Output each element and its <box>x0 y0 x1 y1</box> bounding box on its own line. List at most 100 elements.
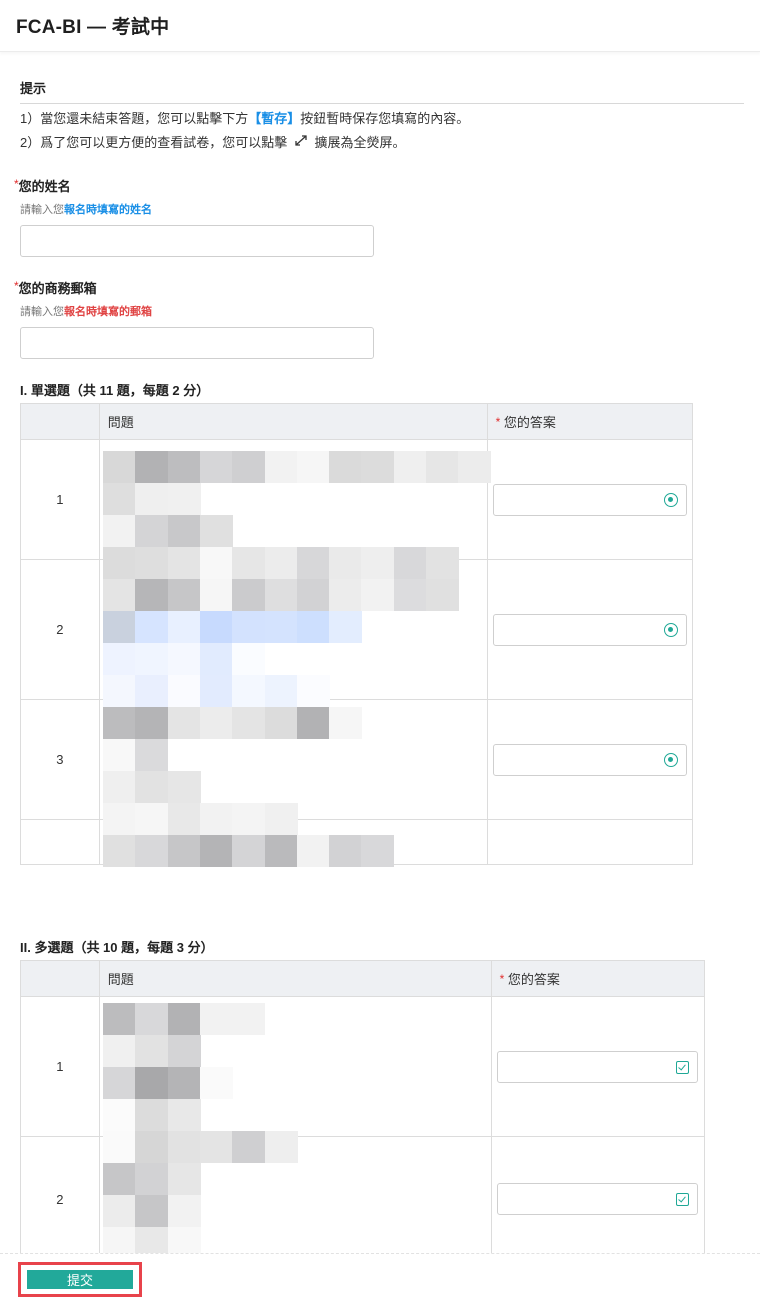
redaction-pixel <box>103 739 136 771</box>
name-input[interactable] <box>20 225 374 257</box>
email-help: 請輸入您報名時填寫的郵箱 <box>14 303 374 319</box>
answer-select[interactable] <box>492 743 687 776</box>
page-header: FCA-BI — 考試中 <box>0 0 760 52</box>
answer-cell <box>488 560 692 699</box>
answer-multiselect[interactable] <box>496 1050 698 1083</box>
answer-multiselect[interactable] <box>496 1183 698 1215</box>
redaction-pixel <box>103 547 136 579</box>
redaction-pixel <box>361 451 395 483</box>
redaction-pixel <box>426 579 459 611</box>
radio-icon <box>663 492 678 507</box>
redaction-pixel <box>135 1003 169 1035</box>
redaction-pixel <box>167 1003 201 1035</box>
redaction-pixel <box>167 675 201 707</box>
redaction-pixel <box>232 451 266 483</box>
answer-select[interactable] <box>492 613 687 646</box>
required-mark: * <box>495 414 501 429</box>
col-question: 問題 <box>100 404 488 439</box>
redaction-pixel <box>232 1003 266 1035</box>
hint-line-1: 1）當您還未結束答題，您可以點擊下方【暫存】按鈕暫時保存您填寫的內容。 <box>20 110 744 128</box>
submit-button[interactable]: 提交 <box>27 1270 133 1289</box>
question-number: 2 <box>21 1137 100 1260</box>
redaction-pixel <box>167 1099 201 1131</box>
redaction-pixel <box>167 579 201 611</box>
email-help-pre: 請輸入您 <box>20 306 64 318</box>
answer-cell <box>492 997 704 1136</box>
redaction-pixel <box>264 451 298 483</box>
redaction-pixel <box>103 643 136 675</box>
redaction-pixel <box>167 483 201 515</box>
redaction-pixel <box>329 579 363 611</box>
name-label: *您的姓名 <box>14 176 374 195</box>
redaction-pixel <box>103 1099 136 1131</box>
redaction-pixel <box>264 579 298 611</box>
col-number <box>21 961 100 996</box>
redaction-pixel <box>232 1131 266 1163</box>
redaction-pixel <box>167 1035 201 1067</box>
redaction-pixel <box>167 1163 201 1195</box>
col-answer: * 您的答案 <box>492 961 704 996</box>
redaction-pixel <box>199 803 233 835</box>
redaction-pixel <box>264 675 298 707</box>
table-header: 問題 * 您的答案 <box>21 404 692 440</box>
redaction-pixel <box>135 675 169 707</box>
redaction-pixel <box>135 707 169 739</box>
redaction-pixel <box>361 835 395 867</box>
email-input[interactable] <box>20 327 374 359</box>
redaction-pixel <box>103 707 136 739</box>
redaction-pixel <box>135 803 169 835</box>
email-label-text: 您的商務郵箱 <box>18 281 97 296</box>
redaction-pixel <box>103 451 136 483</box>
redaction-pixel <box>393 451 427 483</box>
redaction-pixel <box>232 547 266 579</box>
required-mark: * <box>499 971 505 986</box>
redaction-pixel <box>329 835 363 867</box>
redaction-pixel <box>199 1067 233 1099</box>
redaction-pixel <box>167 771 201 803</box>
question-number <box>21 820 100 864</box>
question-number: 1 <box>21 440 100 559</box>
redaction-pixel <box>329 547 363 579</box>
checkbox-icon <box>675 1060 689 1074</box>
redaction-pixel <box>167 835 201 867</box>
section-1-title: I. 單選題（共 11 題，每題 2 分） <box>20 383 210 398</box>
redaction-pixel <box>135 643 169 675</box>
redaction-pixel <box>232 579 266 611</box>
redaction-pixel <box>264 1131 298 1163</box>
redaction-pixel <box>103 483 136 515</box>
redaction-pixel <box>103 1067 136 1099</box>
redaction-pixel <box>264 611 298 643</box>
redaction-pixel <box>296 707 330 739</box>
redaction-pixel <box>199 707 233 739</box>
redaction-pixel <box>103 579 136 611</box>
redaction-pixel <box>135 1195 169 1227</box>
redaction-pixel <box>135 579 169 611</box>
name-help-emphasis: 報名時填寫的姓名 <box>64 204 152 216</box>
question-number: 3 <box>21 700 100 819</box>
redaction-pixel <box>135 835 169 867</box>
redaction-pixel <box>426 451 459 483</box>
redaction-pixel <box>296 451 330 483</box>
submit-highlight: 提交 <box>18 1262 142 1297</box>
hint-line-1-post: 按鈕暫時保存您填寫的內容。 <box>300 111 470 126</box>
name-help: 請輸入您報名時填寫的姓名 <box>14 201 374 217</box>
checkbox-icon <box>675 1193 689 1206</box>
redaction-pixel <box>103 675 136 707</box>
redaction-pixel <box>103 515 136 547</box>
redaction-pixel <box>232 835 266 867</box>
hint-title: 提示 <box>20 78 744 104</box>
redaction-pixel <box>103 835 136 867</box>
col-question: 問題 <box>100 961 492 996</box>
redaction-pixel <box>393 579 427 611</box>
radio-icon <box>663 622 678 637</box>
answer-select[interactable] <box>492 483 687 516</box>
col-number <box>21 404 100 439</box>
footer-bar: 提交 <box>0 1253 760 1297</box>
redaction-pixel <box>167 707 201 739</box>
redaction-pixel <box>232 803 266 835</box>
redaction-pixel <box>103 611 136 643</box>
answer-cell <box>492 1137 704 1260</box>
answer-cell <box>488 440 692 559</box>
redaction-pixel <box>103 771 136 803</box>
redaction-pixel <box>135 515 169 547</box>
